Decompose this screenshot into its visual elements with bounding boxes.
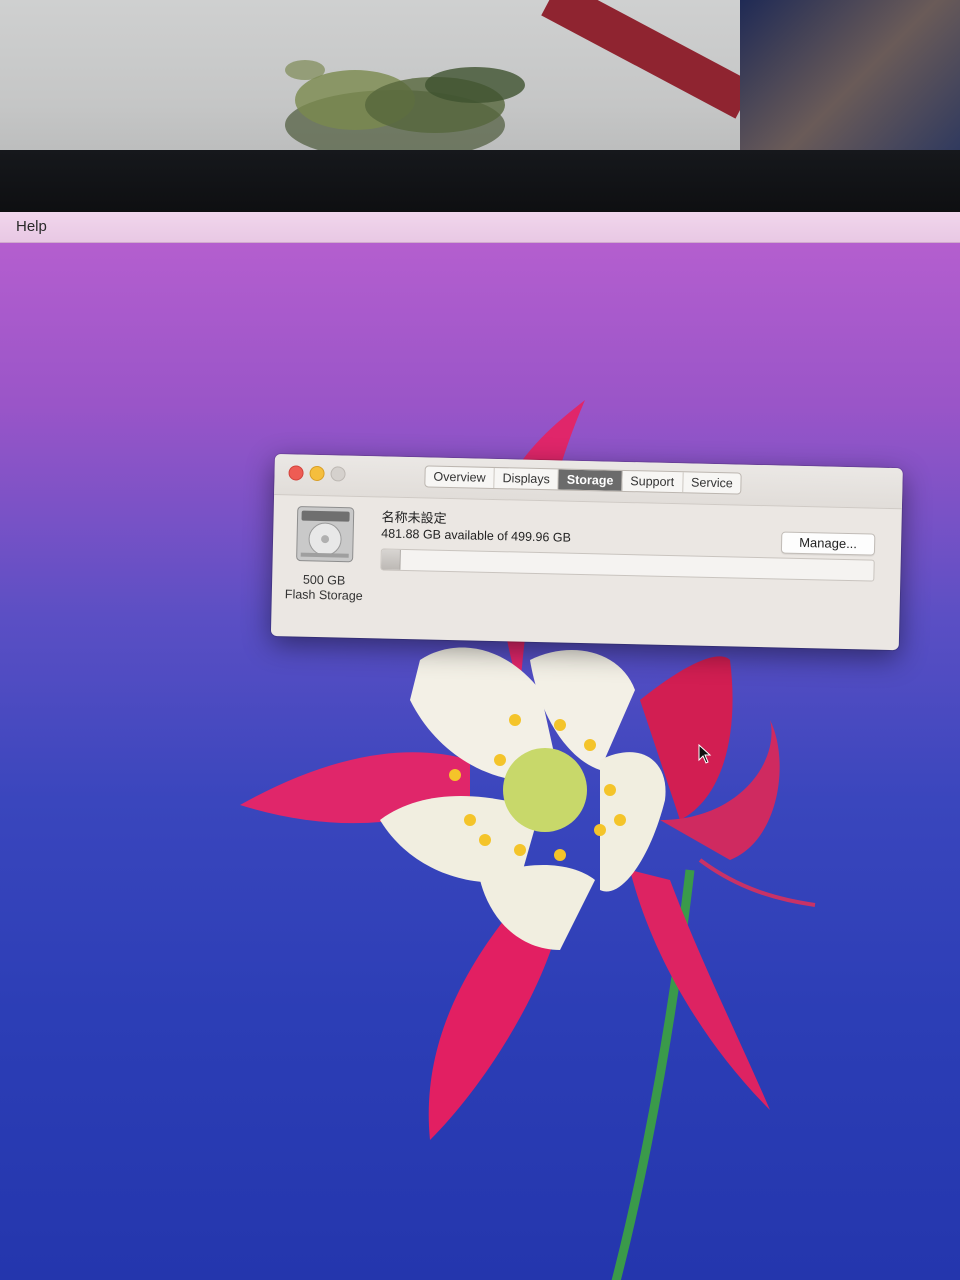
- hard-drive-icon: [296, 506, 355, 563]
- disk-type-label: Flash Storage: [284, 587, 363, 604]
- tab-bar: Overview Displays Storage Support Servic…: [424, 465, 743, 495]
- tab-support[interactable]: Support: [622, 470, 684, 493]
- volume-name: 名称未設定: [381, 509, 447, 526]
- about-this-mac-window: Overview Displays Storage Support Servic…: [270, 454, 903, 651]
- zoom-button: [330, 466, 346, 482]
- menu-bar: Help: [0, 212, 960, 243]
- storage-usage-fill: [381, 549, 401, 570]
- tab-storage[interactable]: Storage: [558, 469, 623, 491]
- desktop: Help Overview Displays Storage Support S…: [0, 212, 960, 1280]
- background-room: [0, 0, 960, 175]
- menu-help[interactable]: Help: [16, 218, 47, 235]
- wallpaper-flower: [240, 400, 816, 1280]
- tab-displays[interactable]: Displays: [494, 467, 560, 490]
- volume-availability: 481.88 GB available of 499.96 GB: [381, 526, 572, 545]
- storage-pane: 500 GB Flash Storage 名称未設定 481.88 GB ava…: [271, 494, 902, 650]
- monitor-bezel: [0, 150, 960, 220]
- close-button[interactable]: [288, 465, 304, 481]
- tab-overview[interactable]: Overview: [425, 466, 495, 488]
- mouse-cursor-icon: [698, 744, 712, 764]
- tab-service[interactable]: Service: [683, 472, 741, 493]
- disk-capacity-label: 500 GB: [302, 572, 346, 588]
- poster: [740, 0, 960, 175]
- plant-photo: [285, 60, 525, 160]
- minimize-button[interactable]: [309, 465, 325, 482]
- manage-button[interactable]: Manage...: [780, 531, 876, 556]
- wall-stripe: [541, 0, 755, 119]
